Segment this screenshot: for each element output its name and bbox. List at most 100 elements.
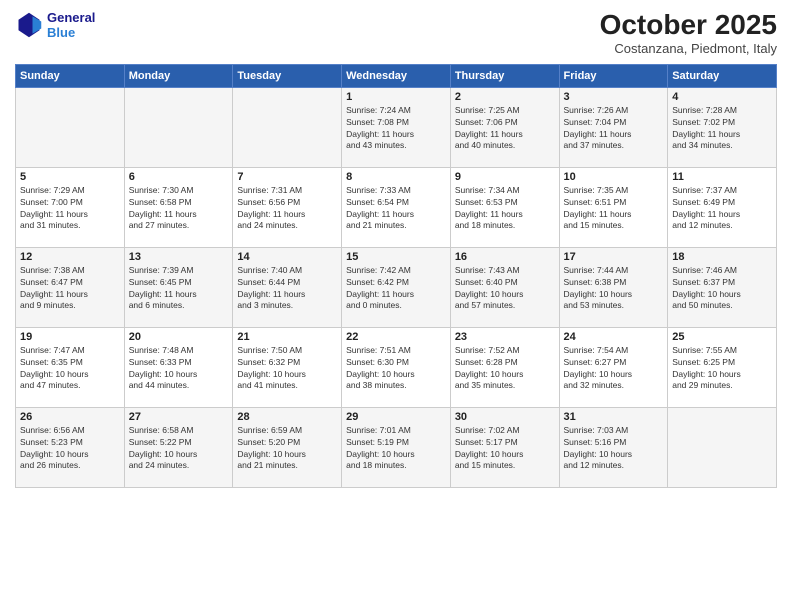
day-number: 20	[129, 331, 229, 343]
day-cell: 20Sunrise: 7:48 AM Sunset: 6:33 PM Dayli…	[124, 327, 233, 407]
day-info: Sunrise: 7:55 AM Sunset: 6:25 PM Dayligh…	[672, 345, 772, 393]
day-number: 31	[564, 411, 664, 423]
day-cell	[233, 87, 342, 167]
col-tuesday: Tuesday	[233, 64, 342, 87]
day-info: Sunrise: 7:31 AM Sunset: 6:56 PM Dayligh…	[237, 185, 337, 233]
day-cell: 28 Sunrise: 6:59 AM Sunset: 5:20 PM Dayli…	[233, 407, 342, 487]
day-number: 19	[20, 331, 120, 343]
day-info: Sunrise: 7:37 AM Sunset: 6:49 PM Dayligh…	[672, 185, 772, 233]
day-info: Sunrise: 7:42 AM Sunset: 6:42 PM Dayligh…	[346, 265, 446, 313]
header-row: Sunday Monday Tuesday Wednesday Thursday…	[16, 64, 777, 87]
day-info: Sunrise: 7:29 AM Sunset: 7:00 PM Dayligh…	[20, 185, 120, 233]
day-cell: 2 Sunrise: 7:25 AM Sunset: 7:06 PM Daylig…	[450, 87, 559, 167]
day-cell: 14 Sunrise: 7:40 AM Sunset: 6:44 PM Dayli…	[233, 247, 342, 327]
title-block: October 2025 Costanzana, Piedmont, Italy	[600, 10, 777, 56]
day-number: 9	[455, 171, 555, 183]
day-cell	[124, 87, 233, 167]
day-info: Sunrise: 7:02 AM Sunset: 5:17 PM Dayligh…	[455, 425, 555, 473]
week-row-3: 19 Sunrise: 7:47 AM Sunset: 6:35 PM Dayli…	[16, 327, 777, 407]
day-cell: 25 Sunrise: 7:55 AM Sunset: 6:25 PM Dayli…	[668, 327, 777, 407]
day-cell: 26 Sunrise: 6:56 AM Sunset: 5:23 PM Dayli…	[16, 407, 125, 487]
day-info: Sunrise: 7:25 AM Sunset: 7:06 PM Dayligh…	[455, 105, 555, 153]
day-cell: 1Sunrise: 7:24 AM Sunset: 7:08 PM Daylig…	[342, 87, 451, 167]
day-cell: 10Sunrise: 7:35 AM Sunset: 6:51 PM Dayli…	[559, 167, 668, 247]
header: General Blue October 2025 Costanzana, Pi…	[15, 10, 777, 56]
day-number: 12	[20, 251, 120, 263]
day-info: Sunrise: 7:40 AM Sunset: 6:44 PM Dayligh…	[237, 265, 337, 313]
day-number: 23	[455, 331, 555, 343]
day-cell: 21 Sunrise: 7:50 AM Sunset: 6:32 PM Dayli…	[233, 327, 342, 407]
day-cell: 16 Sunrise: 7:43 AM Sunset: 6:40 PM Dayli…	[450, 247, 559, 327]
day-info: Sunrise: 7:34 AM Sunset: 6:53 PM Dayligh…	[455, 185, 555, 233]
day-cell: 23 Sunrise: 7:52 AM Sunset: 6:28 PM Dayli…	[450, 327, 559, 407]
day-number: 25	[672, 331, 772, 343]
day-number: 13	[129, 251, 229, 263]
day-number: 26	[20, 411, 120, 423]
day-number: 29	[346, 411, 446, 423]
day-info: Sunrise: 7:43 AM Sunset: 6:40 PM Dayligh…	[455, 265, 555, 313]
day-cell: 24Sunrise: 7:54 AM Sunset: 6:27 PM Dayli…	[559, 327, 668, 407]
day-info: Sunrise: 6:56 AM Sunset: 5:23 PM Dayligh…	[20, 425, 120, 473]
logo: General Blue	[15, 10, 95, 40]
day-cell: 17Sunrise: 7:44 AM Sunset: 6:38 PM Dayli…	[559, 247, 668, 327]
day-info: Sunrise: 7:50 AM Sunset: 6:32 PM Dayligh…	[237, 345, 337, 393]
day-cell: 19 Sunrise: 7:47 AM Sunset: 6:35 PM Dayli…	[16, 327, 125, 407]
day-cell: 8Sunrise: 7:33 AM Sunset: 6:54 PM Daylig…	[342, 167, 451, 247]
day-info: Sunrise: 7:52 AM Sunset: 6:28 PM Dayligh…	[455, 345, 555, 393]
day-cell: 12Sunrise: 7:38 AM Sunset: 6:47 PM Dayli…	[16, 247, 125, 327]
day-cell: 11 Sunrise: 7:37 AM Sunset: 6:49 PM Dayli…	[668, 167, 777, 247]
day-cell	[668, 407, 777, 487]
day-cell: 27 Sunrise: 6:58 AM Sunset: 5:22 PM Dayli…	[124, 407, 233, 487]
day-info: Sunrise: 7:39 AM Sunset: 6:45 PM Dayligh…	[129, 265, 229, 313]
day-number: 1	[346, 91, 446, 103]
day-number: 5	[20, 171, 120, 183]
day-number: 14	[237, 251, 337, 263]
day-cell: 13 Sunrise: 7:39 AM Sunset: 6:45 PM Dayli…	[124, 247, 233, 327]
col-saturday: Saturday	[668, 64, 777, 87]
location-subtitle: Costanzana, Piedmont, Italy	[600, 41, 777, 56]
day-number: 6	[129, 171, 229, 183]
day-info: Sunrise: 7:54 AM Sunset: 6:27 PM Dayligh…	[564, 345, 664, 393]
day-number: 3	[564, 91, 664, 103]
day-info: Sunrise: 6:59 AM Sunset: 5:20 PM Dayligh…	[237, 425, 337, 473]
day-number: 2	[455, 91, 555, 103]
day-cell: 9 Sunrise: 7:34 AM Sunset: 6:53 PM Daylig…	[450, 167, 559, 247]
day-number: 11	[672, 171, 772, 183]
day-cell	[16, 87, 125, 167]
week-row-0: 1Sunrise: 7:24 AM Sunset: 7:08 PM Daylig…	[16, 87, 777, 167]
day-number: 7	[237, 171, 337, 183]
logo-icon	[15, 11, 43, 39]
col-friday: Friday	[559, 64, 668, 87]
calendar-container: General Blue October 2025 Costanzana, Pi…	[0, 0, 792, 498]
day-cell: 3 Sunrise: 7:26 AM Sunset: 7:04 PM Daylig…	[559, 87, 668, 167]
day-number: 28	[237, 411, 337, 423]
day-number: 27	[129, 411, 229, 423]
day-number: 17	[564, 251, 664, 263]
week-row-4: 26 Sunrise: 6:56 AM Sunset: 5:23 PM Dayli…	[16, 407, 777, 487]
day-cell: 7 Sunrise: 7:31 AM Sunset: 6:56 PM Daylig…	[233, 167, 342, 247]
col-thursday: Thursday	[450, 64, 559, 87]
day-number: 21	[237, 331, 337, 343]
day-info: Sunrise: 7:03 AM Sunset: 5:16 PM Dayligh…	[564, 425, 664, 473]
day-number: 15	[346, 251, 446, 263]
calendar-header: Sunday Monday Tuesday Wednesday Thursday…	[16, 64, 777, 87]
day-cell: 4Sunrise: 7:28 AM Sunset: 7:02 PM Daylig…	[668, 87, 777, 167]
day-info: Sunrise: 7:35 AM Sunset: 6:51 PM Dayligh…	[564, 185, 664, 233]
month-title: October 2025	[600, 10, 777, 41]
day-info: Sunrise: 7:46 AM Sunset: 6:37 PM Dayligh…	[672, 265, 772, 313]
day-info: Sunrise: 7:28 AM Sunset: 7:02 PM Dayligh…	[672, 105, 772, 153]
day-cell: 31 Sunrise: 7:03 AM Sunset: 5:16 PM Dayli…	[559, 407, 668, 487]
day-cell: 29Sunrise: 7:01 AM Sunset: 5:19 PM Dayli…	[342, 407, 451, 487]
day-cell: 18Sunrise: 7:46 AM Sunset: 6:37 PM Dayli…	[668, 247, 777, 327]
day-number: 16	[455, 251, 555, 263]
day-info: Sunrise: 6:58 AM Sunset: 5:22 PM Dayligh…	[129, 425, 229, 473]
day-number: 22	[346, 331, 446, 343]
day-info: Sunrise: 7:47 AM Sunset: 6:35 PM Dayligh…	[20, 345, 120, 393]
week-row-2: 12Sunrise: 7:38 AM Sunset: 6:47 PM Dayli…	[16, 247, 777, 327]
calendar-table: Sunday Monday Tuesday Wednesday Thursday…	[15, 64, 777, 488]
day-cell: 15 Sunrise: 7:42 AM Sunset: 6:42 PM Dayli…	[342, 247, 451, 327]
col-sunday: Sunday	[16, 64, 125, 87]
day-number: 30	[455, 411, 555, 423]
day-cell: 30 Sunrise: 7:02 AM Sunset: 5:17 PM Dayli…	[450, 407, 559, 487]
day-info: Sunrise: 7:26 AM Sunset: 7:04 PM Dayligh…	[564, 105, 664, 153]
